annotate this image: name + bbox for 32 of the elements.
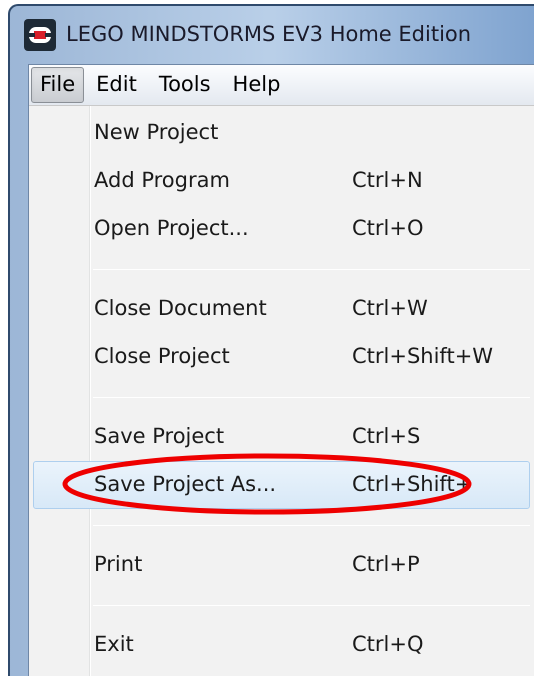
shortcut-text: Ctrl+W [352,295,428,322]
menu-item[interactable]: Add Program Ctrl+N [33,157,530,205]
menu-bar-item[interactable]: File [31,67,84,103]
menu-item-label: Save Project [94,423,224,450]
menu-bar-item[interactable]: Help [222,67,290,103]
menu-item-label: Close Document [94,295,267,322]
menu-item[interactable]: Open Project... Ctrl+O [33,205,530,253]
menu-item[interactable]: Exit Ctrl+Q [33,621,530,669]
shortcut-text: Ctrl+Shift+W [352,343,494,370]
window-title: LEGO MINDSTORMS EV3 Home Edition [66,21,472,48]
shortcut-text: Ctrl+N [352,167,423,194]
app-logo-icon [24,19,56,51]
menu-item[interactable]: Save Project As... Ctrl+Shift+ [33,461,530,509]
menu-item[interactable]: Save Project Ctrl+S [33,413,530,461]
menu-item-label: Print [94,551,142,578]
menu-item[interactable]: Print Ctrl+P [33,541,530,589]
shortcut-text: Ctrl+S [352,423,420,450]
menu-item-label: Add Program [94,167,230,194]
menu-bar-item[interactable]: Edit [86,67,147,103]
menu-item[interactable]: Close Project Ctrl+Shift+W [33,333,530,381]
menu-item-label: Close Project [94,343,230,370]
menu-item-label: Save Project As... [94,471,276,498]
menu-item[interactable]: New Project [33,109,530,157]
menu-item-label: New Project [94,119,218,146]
menu-item-label: Exit [94,631,134,658]
shortcut-text: Ctrl+P [352,551,420,578]
menu-item-label: Open Project... [94,215,249,242]
menu-item[interactable]: Close Document Ctrl+W [33,285,530,333]
shortcut-text: Ctrl+Shift+ [352,471,472,498]
shortcut-text: Ctrl+O [352,215,424,242]
shortcut-text: Ctrl+Q [352,631,424,658]
menu-bar-item[interactable]: Tools [148,67,221,103]
